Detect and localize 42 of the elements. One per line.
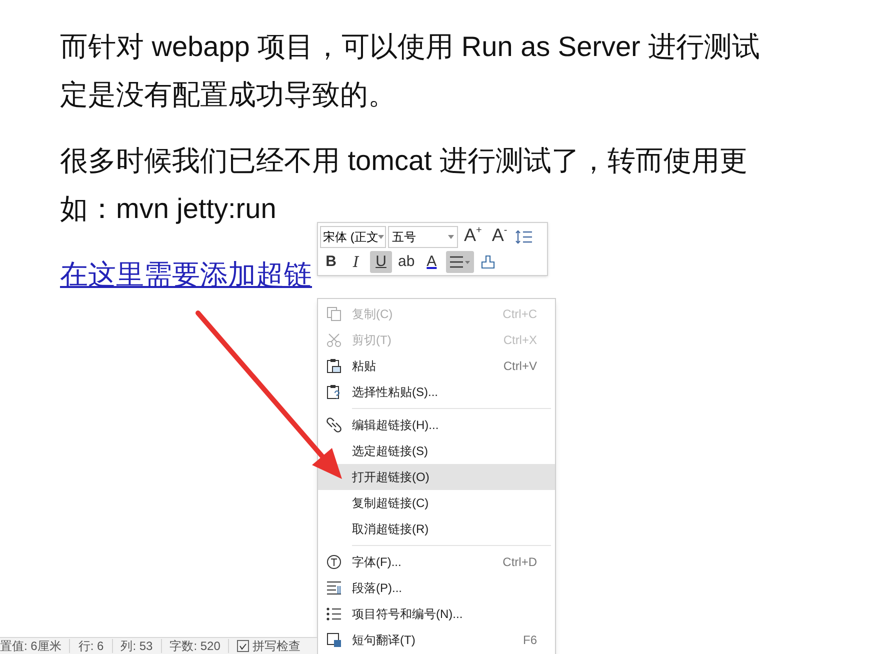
menu-icon	[326, 332, 342, 348]
menu-icon	[326, 306, 342, 322]
menu-icon	[326, 580, 342, 596]
menu-icon	[326, 632, 342, 648]
paragraph-line: 很多时候我们已经不用 tomcat 进行测试了，转而使用更	[60, 144, 748, 178]
hyperlink[interactable]: 在这里需要添加超链	[60, 256, 312, 294]
menu-item[interactable]: 打开超链接(O)	[318, 464, 555, 490]
paragraph-line: 定是没有配置成功导致的。	[60, 78, 396, 112]
dropdown-icon	[378, 234, 384, 238]
menu-item[interactable]: 选择性粘贴(S)...	[318, 379, 555, 405]
status-text: 行: 6	[78, 638, 104, 654]
italic-button[interactable]: I	[345, 251, 367, 273]
font-name-field[interactable]: 宋体 (正文	[320, 226, 386, 248]
menu-icon	[326, 554, 342, 570]
font-size-field[interactable]: 五号	[388, 226, 458, 248]
menu-item[interactable]: 编辑超链接(H)...	[318, 412, 555, 438]
align-icon[interactable]	[446, 251, 474, 273]
bold-button[interactable]: B	[320, 251, 342, 273]
paragraph-line: 而针对 webapp 项目，可以使用 Run as Server 进行测试	[60, 30, 760, 64]
menu-item[interactable]: 粘贴 Ctrl+V	[318, 353, 555, 379]
menu-icon	[326, 358, 342, 374]
menu-item[interactable]: 取消超链接(R)	[318, 516, 555, 542]
status-text: 列: 53	[120, 638, 153, 654]
menu-item[interactable]: 字体(F)... Ctrl+D	[318, 549, 555, 575]
menu-icon	[326, 417, 342, 433]
spell-check-checkbox[interactable]: 拼写检查	[237, 637, 300, 654]
paragraph-line: 如：mvn jetty:run	[60, 192, 276, 226]
status-text: 置值: 6厘米	[0, 638, 62, 654]
menu-item[interactable]: 短句翻译(T) F6	[318, 627, 555, 653]
highlight-button[interactable]: ab	[395, 251, 418, 273]
grow-font-button[interactable]: A+	[460, 226, 486, 248]
menu-item[interactable]: 复制超链接(C)	[318, 490, 555, 516]
menu-item[interactable]: 选定超链接(S)	[318, 438, 555, 464]
menu-item[interactable]: 项目符号和编号(N)...	[318, 601, 555, 627]
menu-icon	[326, 606, 342, 622]
underline-button[interactable]: U	[370, 251, 392, 273]
font-color-button[interactable]: A	[420, 251, 443, 273]
menu-item[interactable]: 段落(P)...	[318, 575, 555, 601]
menu-icon	[326, 384, 342, 400]
dropdown-icon	[448, 234, 454, 238]
status-text: 字数: 520	[170, 638, 220, 654]
shrink-font-button[interactable]: A-	[488, 226, 512, 248]
